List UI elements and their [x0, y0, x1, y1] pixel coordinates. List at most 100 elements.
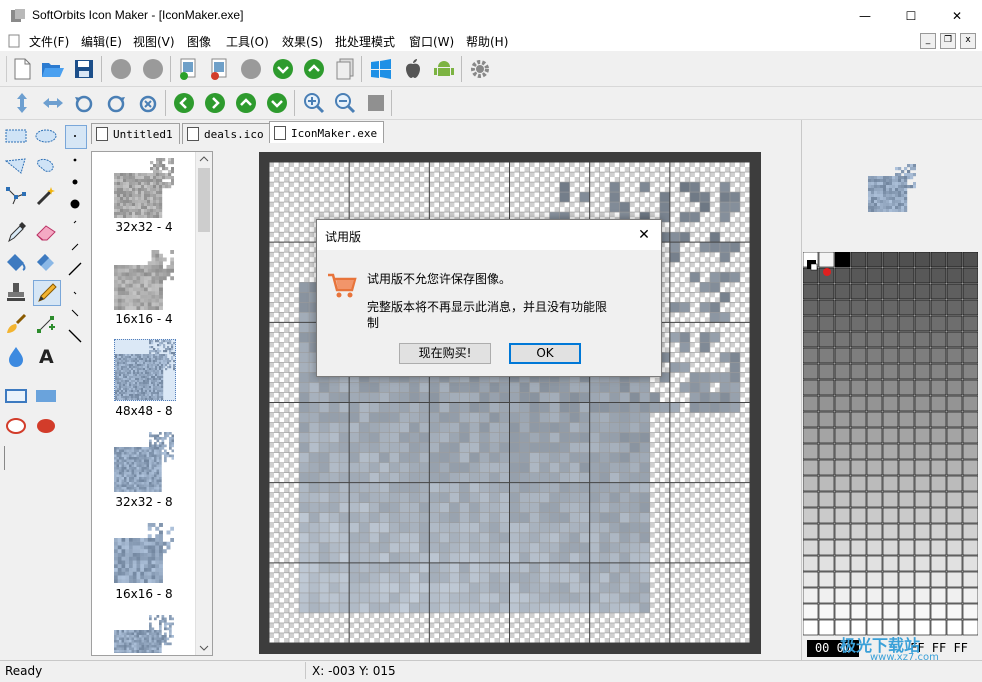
- eraser-tool[interactable]: [33, 220, 59, 244]
- ok-button[interactable]: OK: [509, 343, 581, 364]
- arrow-up-circle-icon: [235, 92, 257, 114]
- actual-size-button[interactable]: [364, 91, 388, 115]
- rotate-x-icon: [137, 92, 159, 114]
- flip-vertical-button[interactable]: [10, 91, 34, 115]
- android-icon-button[interactable]: [432, 57, 456, 81]
- delete-image-button[interactable]: [207, 57, 231, 81]
- tab-iconmaker-exe[interactable]: IconMaker.exe: [269, 121, 384, 144]
- close-icon: ✕: [638, 227, 650, 243]
- dialog-message-primary: 试用版不允您许保存图像。: [367, 270, 511, 287]
- document-stack-icon: [335, 58, 355, 80]
- rect-select-tool[interactable]: [3, 124, 29, 148]
- toolbar-separator: [165, 90, 166, 116]
- apple-icon-button[interactable]: [401, 57, 425, 81]
- close-button[interactable]: ✕: [934, 0, 980, 31]
- save-button[interactable]: [72, 57, 96, 81]
- disabled-button-1[interactable]: [109, 57, 133, 81]
- nav-back-button[interactable]: [172, 91, 196, 115]
- add-image-button[interactable]: [176, 57, 200, 81]
- nav-up-button[interactable]: [234, 91, 258, 115]
- menu-file[interactable]: 文件(F): [29, 33, 69, 50]
- node-tool[interactable]: [3, 184, 29, 208]
- color-palette[interactable]: [803, 252, 978, 637]
- menu-window[interactable]: 窗口(W): [409, 33, 454, 50]
- image-thumbnail: [115, 340, 175, 400]
- windows-icon-button[interactable]: [369, 57, 393, 81]
- freehand-lasso-tool[interactable]: [33, 154, 59, 178]
- thumbnail-32x32-8[interactable]: [114, 432, 174, 492]
- mdi-restore-button[interactable]: ❐: [940, 33, 956, 49]
- rectangle-fill-tool[interactable]: [33, 384, 59, 408]
- thumbnail-32x32-4[interactable]: [114, 158, 174, 218]
- rotate-right-button[interactable]: [104, 91, 128, 115]
- windows-logo-icon: [370, 58, 392, 80]
- disabled-button-2[interactable]: [141, 57, 165, 81]
- menu-batch[interactable]: 批处理模式: [335, 33, 395, 50]
- minimize-button[interactable]: —: [842, 0, 888, 31]
- new-file-button[interactable]: [10, 57, 34, 81]
- stamp-tool[interactable]: [3, 280, 29, 304]
- buy-now-button[interactable]: 现在购买!: [399, 343, 491, 364]
- move-down-button[interactable]: [271, 57, 295, 81]
- arrow-down-circle-icon: [272, 58, 294, 80]
- nav-down-button[interactable]: [265, 91, 289, 115]
- thumbnail-16x16-4[interactable]: [114, 250, 174, 310]
- menu-bar: 文件(F) 编辑(E) 视图(V) 图像 工具(O) 效果(S) 批处理模式 窗…: [0, 31, 982, 51]
- scroll-thumb[interactable]: [198, 168, 210, 232]
- settings-button[interactable]: [468, 57, 492, 81]
- dialog-close-button[interactable]: ✕: [633, 224, 655, 246]
- zoom-in-icon: [303, 92, 325, 114]
- image-format-list[interactable]: 32x32 - 4 16x16 - 4 48x48 - 8 32x32 - 8 …: [91, 151, 213, 656]
- flip-horizontal-button[interactable]: [41, 91, 65, 115]
- open-file-button[interactable]: [41, 57, 65, 81]
- ellipse-select-tool[interactable]: [33, 124, 59, 148]
- gradient-fill-tool[interactable]: [33, 250, 59, 274]
- image-list-scrollbar[interactable]: [195, 152, 212, 655]
- mdi-close-button[interactable]: x: [960, 33, 976, 49]
- menu-tools[interactable]: 工具(O): [226, 33, 269, 50]
- document-icon: [8, 34, 20, 48]
- thumbnail-16x16-8[interactable]: [114, 523, 174, 583]
- menu-view[interactable]: 视图(V): [133, 33, 175, 50]
- ellipse-fill-tool[interactable]: [33, 414, 59, 438]
- pencil-tool[interactable]: [33, 280, 61, 306]
- eyedropper-tool[interactable]: [3, 220, 29, 244]
- delete-image-icon: [209, 58, 229, 80]
- menu-effects[interactable]: 效果(S): [282, 33, 323, 50]
- status-bar: [0, 660, 982, 682]
- fill-tool[interactable]: [3, 250, 29, 274]
- lasso-tool[interactable]: [3, 154, 29, 178]
- menu-help[interactable]: 帮助(H): [466, 33, 508, 50]
- tab-deals-ico[interactable]: deals.ico: [182, 123, 271, 144]
- ellipse-outline-tool[interactable]: [3, 414, 29, 438]
- nav-forward-button[interactable]: [203, 91, 227, 115]
- thumbnail-48x48-8[interactable]: [114, 339, 176, 401]
- menu-image[interactable]: 图像: [187, 33, 211, 50]
- rotate-90-button[interactable]: [136, 91, 160, 115]
- zoom-in-button[interactable]: [302, 91, 326, 115]
- disabled-button-3[interactable]: [239, 57, 263, 81]
- text-tool[interactable]: A: [33, 344, 59, 368]
- maximize-button[interactable]: ☐: [888, 0, 934, 31]
- android-logo-icon: [433, 58, 455, 80]
- thumbnail-partial[interactable]: [114, 615, 174, 653]
- tab-untitled1[interactable]: Untitled1: [91, 123, 180, 144]
- move-up-button[interactable]: [302, 57, 326, 81]
- blur-tool[interactable]: [3, 344, 29, 368]
- flip-horizontal-icon: [42, 92, 64, 114]
- rectangle-outline-tool[interactable]: [3, 384, 29, 408]
- magic-wand-tool[interactable]: [33, 184, 59, 208]
- brush-tool[interactable]: [3, 312, 29, 336]
- minimize-icon: —: [859, 9, 871, 23]
- image-thumbnail: [868, 164, 916, 212]
- line-point-tool[interactable]: [33, 312, 59, 336]
- palette-swatches: [803, 252, 978, 637]
- properties-button[interactable]: [333, 57, 357, 81]
- mdi-minimize-button[interactable]: _: [920, 33, 936, 49]
- toolbar-separator: [101, 56, 102, 82]
- rotate-left-button[interactable]: [72, 91, 96, 115]
- gear-icon: [469, 58, 491, 80]
- menu-edit[interactable]: 编辑(E): [81, 33, 122, 50]
- text-icon: A: [35, 345, 57, 367]
- zoom-out-button[interactable]: [333, 91, 357, 115]
